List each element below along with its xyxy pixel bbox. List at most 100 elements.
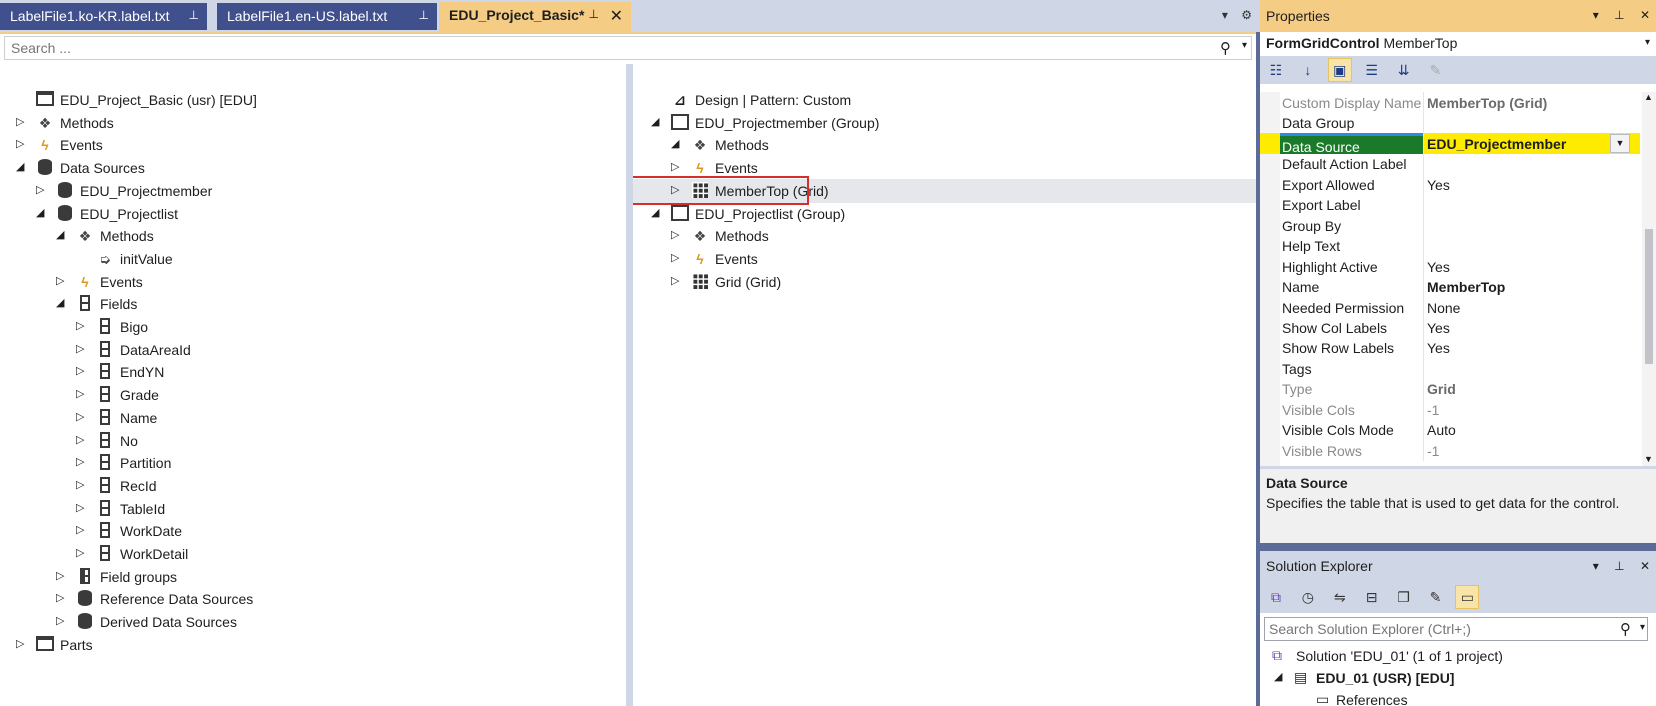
references-node[interactable]: ▭ References (1260, 689, 1656, 706)
collapsed-arrow-icon[interactable]: ▷ (56, 614, 68, 627)
collapsed-arrow-icon[interactable]: ▷ (76, 319, 88, 332)
chevron-down-icon[interactable]: ▾ (1640, 622, 1645, 633)
scroll-up-icon[interactable]: ▲ (1644, 92, 1653, 102)
tree-item[interactable]: ▷ EndYN (0, 360, 626, 384)
tree-item[interactable]: ▷ Reference Data Sources (0, 587, 626, 611)
collapsed-arrow-icon[interactable]: ▷ (56, 569, 68, 582)
collapsed-arrow-icon[interactable]: ▷ (76, 387, 88, 400)
tree-item[interactable]: ▷ ϟ Events (0, 270, 626, 294)
tree-item[interactable]: ▷ RecId (0, 474, 626, 498)
collapsed-arrow-icon[interactable]: ▷ (76, 364, 88, 377)
tree-item[interactable]: ▷ ❖ Methods (633, 224, 1256, 248)
tree-item[interactable]: ◢ EDU_Projectmember (Group) (633, 111, 1256, 135)
wrench-icon[interactable]: ✎ (1423, 59, 1447, 83)
tree-item[interactable]: ▷ Partition (0, 451, 626, 475)
collapsed-arrow-icon[interactable]: ▷ (671, 251, 683, 264)
collapsed-arrow-icon[interactable]: ▷ (671, 160, 683, 173)
expanded-arrow-icon[interactable]: ◢ (1274, 670, 1282, 683)
tree-item[interactable]: EDU_Project_Basic (usr) [EDU] (0, 88, 626, 112)
property-value[interactable]: MemberTop (1427, 279, 1505, 295)
property-row[interactable]: Help Text (1260, 235, 1640, 257)
tree-item[interactable]: ▷ Grid (Grid) (633, 270, 1256, 294)
expanded-arrow-icon[interactable]: ◢ (56, 228, 68, 241)
expanded-arrow-icon[interactable]: ◢ (36, 206, 48, 219)
tree-item[interactable]: ◢ ❖ Methods (0, 224, 626, 248)
scroll-down-icon[interactable]: ▼ (1644, 454, 1653, 464)
chevron-down-icon[interactable]: ▾ (1242, 40, 1247, 51)
chevron-down-icon[interactable]: ▾ (1593, 559, 1599, 573)
chevron-down-icon[interactable]: ▾ (1645, 37, 1650, 48)
tree-item[interactable]: ◢ EDU_Projectlist (0, 202, 626, 226)
close-icon[interactable]: ✕ (1640, 8, 1650, 22)
collapsed-arrow-icon[interactable]: ▷ (671, 228, 683, 241)
property-row[interactable]: Default Action Label (1260, 153, 1640, 175)
tree-item[interactable]: ▷ Parts (0, 633, 626, 657)
collapse-all-icon[interactable]: ☰ (1360, 59, 1384, 83)
tree-item[interactable]: ▷ WorkDate (0, 519, 626, 543)
tree-item[interactable]: ▷ ❖ Methods (0, 111, 626, 135)
tree-item[interactable]: ◢ ❖ Methods (633, 133, 1256, 157)
tree-item[interactable]: ◢ EDU_Projectlist (Group) (633, 202, 1256, 226)
search-icon[interactable]: ⚲ (1620, 620, 1631, 638)
property-value[interactable]: EDU_Projectmember (1427, 136, 1566, 152)
property-row[interactable]: Type Grid (1260, 378, 1640, 400)
expanded-arrow-icon[interactable]: ◢ (651, 115, 663, 128)
collapsed-arrow-icon[interactable]: ▷ (56, 591, 68, 604)
tree-item[interactable]: ▷ DataAreaId (0, 338, 626, 362)
property-row[interactable]: Highlight Active Yes (1260, 255, 1640, 278)
solution-node[interactable]: ⧉ Solution 'EDU_01' (1 of 1 project) (1260, 645, 1656, 667)
tree-item[interactable]: ➭ initValue (0, 247, 626, 271)
expanded-arrow-icon[interactable]: ◢ (16, 160, 28, 173)
property-row[interactable]: Show Row Labels Yes (1260, 337, 1640, 359)
pin-icon[interactable]: ⊥ (1614, 8, 1624, 22)
close-icon[interactable]: ✕ (610, 6, 623, 26)
property-row[interactable]: Show Col Labels Yes (1260, 316, 1640, 339)
tree-item[interactable]: ▷ ϟ Events (633, 247, 1256, 271)
sort-icon[interactable]: ⇊ (1392, 59, 1416, 83)
tree-item[interactable]: ▷ ϟ Events (0, 133, 626, 157)
property-row[interactable]: Export Label (1260, 194, 1640, 216)
tree-item[interactable]: ▷ Derived Data Sources (0, 610, 626, 634)
property-value[interactable]: -1 (1427, 402, 1439, 418)
property-value[interactable]: None (1427, 300, 1460, 316)
property-value[interactable]: Yes (1427, 177, 1450, 193)
collapsed-arrow-icon[interactable]: ▷ (36, 183, 48, 196)
tree-item[interactable]: ▷ Field groups (0, 565, 626, 589)
tree-item[interactable]: ▷ Grade (0, 383, 626, 407)
property-value[interactable]: Yes (1427, 259, 1450, 275)
history-icon[interactable]: ◷ (1296, 586, 1320, 610)
pin-icon[interactable]: ⊥ (589, 7, 599, 21)
tree-item[interactable]: ⊿ Design | Pattern: Custom (633, 88, 1256, 112)
wrench-icon[interactable]: ✎ (1423, 586, 1447, 610)
pin-icon[interactable]: ⊥ (1614, 559, 1624, 573)
collapsed-arrow-icon[interactable]: ▷ (671, 274, 683, 287)
search-icon[interactable]: ⚲ (1220, 39, 1231, 57)
tree-item[interactable]: ◢ Fields (0, 292, 626, 316)
categorized-icon[interactable]: ☷ (1264, 59, 1288, 83)
pin-icon[interactable]: ⊥ (189, 8, 199, 22)
property-row[interactable]: Visible Cols -1 (1260, 398, 1640, 421)
collapsed-arrow-icon[interactable]: ▷ (76, 523, 88, 536)
chevron-down-icon[interactable]: ▾ (1593, 8, 1599, 22)
collapse-all-icon[interactable]: ⊟ (1360, 586, 1384, 610)
expanded-arrow-icon[interactable]: ◢ (671, 137, 683, 150)
collapsed-arrow-icon[interactable]: ▷ (76, 410, 88, 423)
preview-icon[interactable]: ▭ (1455, 585, 1480, 609)
property-row[interactable]: Group By (1260, 214, 1640, 237)
tree-item[interactable]: ▷ WorkDetail (0, 542, 626, 566)
property-value[interactable]: Auto (1427, 422, 1456, 438)
property-row[interactable]: Custom Display Name MemberTop (Grid) (1260, 92, 1640, 114)
search-input[interactable] (5, 37, 1205, 59)
chevron-down-icon[interactable]: ▼ (1610, 133, 1630, 153)
tree-item[interactable]: ▷ EDU_Projectmember (0, 179, 626, 203)
collapsed-arrow-icon[interactable]: ▷ (76, 501, 88, 514)
collapsed-arrow-icon[interactable]: ▷ (76, 478, 88, 491)
property-value[interactable]: Yes (1427, 340, 1450, 356)
property-row[interactable]: Tags (1260, 357, 1640, 380)
sync-icon[interactable]: ⇋ (1328, 586, 1352, 610)
property-row[interactable]: Needed Permission None (1260, 296, 1640, 318)
property-value[interactable]: -1 (1427, 443, 1439, 459)
expanded-arrow-icon[interactable]: ◢ (56, 296, 68, 309)
tab-labelfile-ko[interactable]: LabelFile1.ko-KR.label.txt ⊥ (0, 3, 207, 30)
collapsed-arrow-icon[interactable]: ▷ (76, 455, 88, 468)
